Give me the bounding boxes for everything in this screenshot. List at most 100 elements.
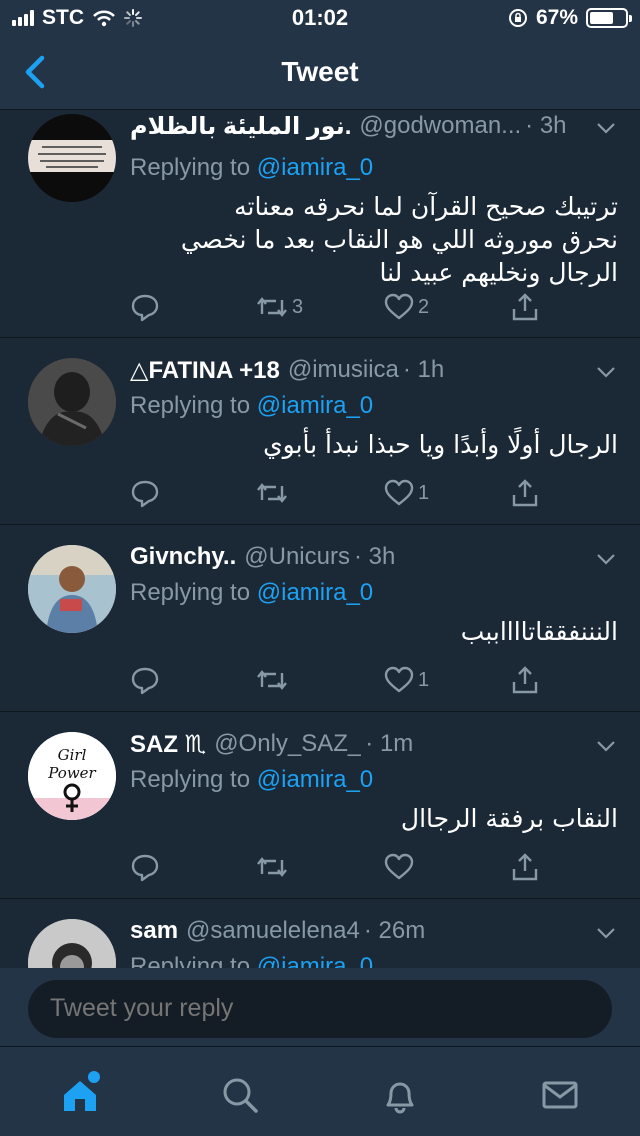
status-bar: STC 01:02 67% [0, 0, 640, 36]
like-count: 1 [418, 481, 430, 504]
avatar[interactable] [28, 114, 116, 202]
battery-icon [586, 8, 632, 28]
like-button[interactable]: 2 [384, 292, 429, 322]
retweet-count: 3 [292, 295, 304, 318]
reply-button[interactable] [130, 478, 160, 508]
replying-to: Replying to @iamira_0 [130, 154, 374, 181]
user-handle[interactable]: @Only_SAZ_ [214, 730, 361, 758]
tweet-actions: 32 [130, 292, 550, 326]
avatar-image [28, 545, 116, 633]
reply-icon [130, 292, 160, 322]
avatar-image [28, 358, 116, 446]
tweet-actions [130, 852, 550, 886]
page-title: Tweet [281, 56, 359, 87]
user-handle[interactable]: @imusiica [288, 356, 399, 384]
replying-to: Replying to @iamira_0 [130, 953, 618, 968]
reply-box[interactable] [28, 980, 612, 1038]
reply-button[interactable] [130, 665, 160, 695]
mention-link[interactable]: @iamira_0 [257, 953, 373, 968]
retweet-button[interactable]: 3 [256, 292, 303, 322]
avatar[interactable] [28, 358, 116, 446]
tweet-actions: 1 [130, 478, 550, 512]
share-icon [510, 292, 540, 322]
share-button[interactable] [510, 852, 540, 882]
avatar-image: Girl Power [28, 732, 116, 820]
tweet-text: الرجال أولًا وأبدًا ويا حبذا نبدأ بأبوي [263, 430, 618, 459]
retweet-button[interactable] [256, 852, 292, 882]
reply-button[interactable] [130, 292, 160, 322]
like-heart-icon [384, 478, 414, 508]
display-name[interactable]: △FATINA +18 [130, 356, 280, 385]
display-name[interactable]: SAZ ♏ [130, 730, 206, 759]
tweet-item[interactable]: sam @samuelelena4 · 26m Replying to @iam… [0, 899, 640, 968]
tweet-screen: STC 01:02 67% Tweet نور المليئة بالظلام.… [0, 0, 640, 1136]
avatar-image [28, 114, 116, 202]
retweet-button[interactable] [256, 478, 292, 508]
tweet-time: · 26m [363, 917, 426, 944]
mention-link[interactable]: @iamira_0 [257, 579, 373, 606]
like-button[interactable] [384, 852, 418, 882]
tweet-text: ترتيبك صحيح القرآن لما نحرقه معناته نحرق… [180, 192, 618, 287]
user-handle[interactable]: @Unicurs [244, 543, 350, 571]
retweet-icon [256, 292, 288, 322]
nav-bar: Tweet [0, 36, 640, 110]
avatar[interactable]: Girl Power [28, 732, 116, 820]
reply-composer [0, 968, 640, 1046]
display-name[interactable]: Givnchy.. [130, 543, 236, 571]
reply-input[interactable] [50, 994, 590, 1023]
tweet-item[interactable]: نور المليئة بالظلام. @godwoman... · 3h R… [0, 110, 640, 338]
reply-icon [130, 852, 160, 882]
replying-to: Replying to @iamira_0 [130, 766, 374, 793]
orientation-lock-icon [508, 9, 527, 27]
retweet-icon [256, 478, 288, 508]
like-heart-icon [384, 665, 414, 695]
reply-button[interactable] [130, 852, 160, 882]
tweet-actions: 1 [130, 665, 550, 699]
user-handle[interactable]: @samuelelena4 [186, 917, 360, 945]
reply-icon [130, 665, 160, 695]
share-icon [510, 852, 540, 882]
tweet-time: · 1h [402, 356, 445, 383]
replying-to: Replying to @iamira_0 [130, 579, 374, 606]
avatar-image [28, 919, 116, 968]
retweet-button[interactable] [256, 665, 292, 695]
like-button[interactable]: 1 [384, 478, 429, 508]
search-icon[interactable] [220, 1075, 260, 1115]
tweet-item[interactable]: Girl Power SAZ ♏ @Only_SAZ_ · 1m Replyin… [0, 712, 640, 899]
avatar-text-power: Power [47, 764, 96, 782]
mention-link[interactable]: @iamira_0 [257, 766, 373, 793]
tweet-item[interactable]: △FATINA +18 @imusiica · 1h Replying to @… [0, 338, 640, 525]
tab-bar [0, 1046, 640, 1136]
notifications-bell-icon[interactable] [380, 1075, 420, 1115]
reply-icon [130, 478, 160, 508]
like-heart-icon [384, 852, 414, 882]
avatar-text-girl: Girl [58, 746, 87, 764]
retweet-icon [256, 852, 288, 882]
display-name[interactable]: نور المليئة بالظلام. [130, 112, 351, 141]
like-heart-icon [384, 292, 414, 322]
tweet-time: · 3h [525, 112, 567, 139]
like-button[interactable]: 1 [384, 665, 429, 695]
battery-fill [590, 12, 613, 24]
mention-link[interactable]: @iamira_0 [257, 392, 373, 419]
share-icon [510, 478, 540, 508]
avatar[interactable] [28, 545, 116, 633]
share-button[interactable] [510, 292, 540, 322]
chevron-down-icon[interactable] [596, 122, 616, 134]
tweet-item[interactable]: Givnchy.. @Unicurs · 3h Replying to @iam… [0, 525, 640, 712]
user-handle[interactable]: @godwoman... [359, 112, 521, 140]
replies-feed[interactable]: نور المليئة بالظلام. @godwoman... · 3h R… [0, 110, 640, 968]
replying-to: Replying to @iamira_0 [130, 392, 374, 419]
home-notification-dot [88, 1071, 100, 1083]
tweet-text: النقاب برفقة الرجاال [400, 804, 618, 833]
tweet-text: النننفققاتااااببب [460, 617, 618, 646]
messages-mail-icon[interactable] [540, 1075, 580, 1115]
avatar[interactable] [28, 919, 116, 968]
share-button[interactable] [510, 478, 540, 508]
like-count: 2 [418, 295, 430, 318]
battery-percent: 67% [535, 6, 578, 29]
share-button[interactable] [510, 665, 540, 695]
like-count: 1 [418, 668, 430, 691]
mention-link[interactable]: @iamira_0 [257, 154, 373, 181]
display-name[interactable]: sam [130, 917, 178, 945]
